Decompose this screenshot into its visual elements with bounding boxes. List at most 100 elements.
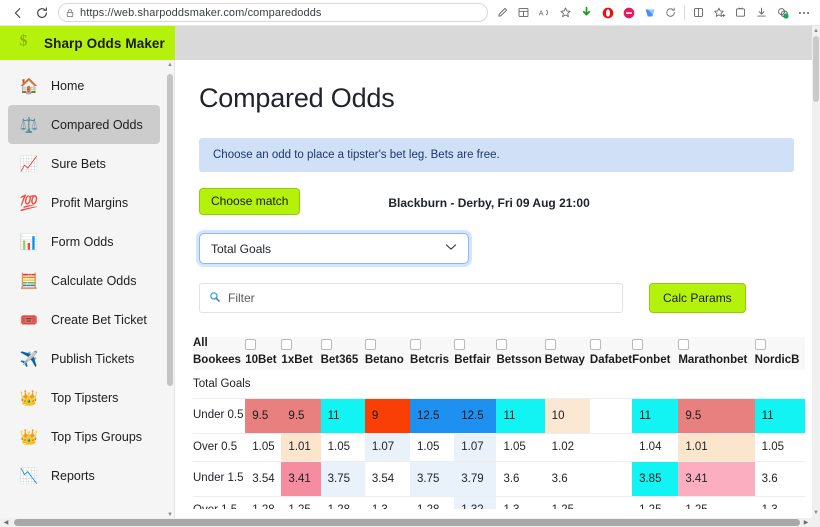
sidebar-item-profit-margins[interactable]: 💯 Profit Margins <box>8 183 160 222</box>
downloads-icon[interactable] <box>751 2 772 23</box>
copilot-icon[interactable] <box>730 2 751 23</box>
odds-cell[interactable]: 3.41 <box>678 461 755 497</box>
page-scroll-down-icon[interactable]: ▼ <box>812 508 820 517</box>
odds-cell[interactable]: 11 <box>320 398 365 434</box>
sidebar-item-sure-bets[interactable]: 📈 Sure Bets <box>8 144 160 183</box>
favorite-star-icon[interactable] <box>555 2 576 23</box>
odds-cell[interactable]: 3.6 <box>754 461 805 497</box>
odds-cell[interactable]: 1.3 <box>754 496 805 509</box>
sidebar-item-top-tipsters[interactable]: 👑 Top Tipsters <box>8 378 160 417</box>
address-bar[interactable]: https://web.sharpoddsmaker.com/comparedo… <box>58 3 488 22</box>
odds-cell[interactable]: 11 <box>754 398 805 434</box>
odds-cell[interactable]: 1.05 <box>245 433 282 462</box>
bookmaker-checkbox-betsson[interactable] <box>496 339 508 350</box>
odds-cell[interactable]: 1.25 <box>281 496 321 509</box>
odds-cell[interactable]: 1.25 <box>544 496 590 509</box>
browser-extension-icon[interactable] <box>639 2 660 23</box>
bookmaker-checkbox-betcris[interactable] <box>410 339 422 350</box>
odds-cell[interactable]: 3.6 <box>496 461 545 497</box>
sidebar-item-publish-tickets[interactable]: ✈️ Publish Tickets <box>8 339 160 378</box>
odds-cell[interactable] <box>589 398 633 434</box>
odds-cell[interactable]: 3.41 <box>281 461 321 497</box>
page-vertical-scrollbar-thumb[interactable] <box>813 36 819 102</box>
odds-cell[interactable]: 1.25 <box>678 496 755 509</box>
odds-cell[interactable]: 1.04 <box>632 433 679 462</box>
bookmaker-checkbox-1xbet[interactable] <box>281 339 293 350</box>
odds-cell[interactable]: 3.85 <box>632 461 679 497</box>
sidebar-scrollbar-thumb[interactable] <box>167 74 173 386</box>
brand-logo[interactable]: $ Sharp Odds Maker <box>0 26 175 60</box>
odds-cell[interactable]: 1.05 <box>754 433 805 462</box>
bookmaker-checkbox-marathonbet[interactable] <box>678 339 690 350</box>
bookmaker-checkbox-betfair[interactable] <box>454 339 466 350</box>
odds-cell[interactable]: 11 <box>632 398 679 434</box>
odds-cell[interactable]: 12.5 <box>454 398 497 434</box>
odds-cell[interactable] <box>589 433 633 462</box>
split-screen-icon[interactable] <box>513 2 534 23</box>
bookmaker-checkbox-fonbet[interactable] <box>632 339 644 350</box>
calc-params-button[interactable]: Calc Params <box>649 283 746 313</box>
odds-cell[interactable]: 3.6 <box>544 461 590 497</box>
page-scroll-left-icon[interactable]: ◀ <box>1 518 11 527</box>
odds-cell[interactable]: 1.25 <box>632 496 679 509</box>
scroll-up-icon[interactable]: ▲ <box>166 60 174 69</box>
page-horizontal-scrollbar-thumb[interactable] <box>14 519 800 526</box>
search-input[interactable]: Filter <box>199 283 623 313</box>
odds-cell[interactable] <box>589 461 633 497</box>
opera-extension-icon[interactable] <box>597 2 618 23</box>
market-select[interactable]: Total Goals <box>199 233 469 264</box>
odds-cell[interactable]: 11 <box>496 398 545 434</box>
odds-cell[interactable]: 3.75 <box>410 461 455 497</box>
odds-cell[interactable]: 1.07 <box>364 433 411 462</box>
collections-icon[interactable] <box>688 2 709 23</box>
page-vertical-scrollbar[interactable]: ▲ ▼ <box>812 26 820 527</box>
settings-more-icon[interactable] <box>793 2 814 23</box>
odds-cell[interactable]: 1.01 <box>281 433 321 462</box>
odds-cell[interactable]: 3.54 <box>364 461 411 497</box>
page-horizontal-scrollbar[interactable]: ◀ ▶ <box>0 518 812 527</box>
odds-cell[interactable]: 10 <box>544 398 590 434</box>
sidebar-item-reports[interactable]: 📉 Reports <box>8 456 160 495</box>
refresh-circle-icon[interactable] <box>660 2 681 23</box>
odds-cell[interactable]: 3.75 <box>320 461 365 497</box>
odds-cell[interactable]: 1.32 <box>454 496 497 509</box>
add-favorite-icon[interactable] <box>709 2 730 23</box>
bookmaker-checkbox-betano[interactable] <box>364 339 376 350</box>
odds-cell[interactable]: 12.5 <box>410 398 455 434</box>
odds-cell[interactable] <box>589 496 633 509</box>
odds-cell[interactable]: 1.02 <box>544 433 590 462</box>
odds-cell[interactable]: 1.01 <box>678 433 755 462</box>
page-scroll-up-icon[interactable]: ▲ <box>812 26 820 35</box>
bookmaker-checkbox-dafabet[interactable] <box>589 339 601 350</box>
sidebar-item-compared-odds[interactable]: ⚖️ Compared Odds <box>8 105 160 144</box>
odds-cell[interactable]: 1.28 <box>245 496 282 509</box>
odds-cell[interactable]: 9 <box>364 398 411 434</box>
odds-cell[interactable]: 9.5 <box>245 398 282 434</box>
sidebar-item-home[interactable]: 🏠 Home <box>8 66 160 105</box>
odds-cell[interactable]: 9.5 <box>281 398 321 434</box>
choose-match-button[interactable]: Choose match <box>199 188 301 216</box>
read-aloud-icon[interactable]: A <box>534 2 555 23</box>
odds-cell[interactable]: 1.28 <box>320 496 365 509</box>
odds-cell[interactable]: 1.3 <box>496 496 545 509</box>
odds-cell[interactable]: 1.28 <box>410 496 455 509</box>
odds-cell[interactable]: 1.05 <box>320 433 365 462</box>
reload-icon[interactable] <box>30 2 54 24</box>
odds-cell[interactable]: 3.54 <box>245 461 282 497</box>
bookmaker-checkbox-bet365[interactable] <box>320 339 332 350</box>
sidebar-item-create-bet-ticket[interactable]: 🎟️ Create Bet Ticket <box>8 300 160 339</box>
sidebar-item-top-tips-groups[interactable]: 👑 Top Tips Groups <box>8 417 160 456</box>
sidebar-item-form-odds[interactable]: 📊 Form Odds <box>8 222 160 261</box>
odds-cell[interactable]: 1.07 <box>454 433 497 462</box>
odds-cell[interactable]: 1.05 <box>496 433 545 462</box>
odds-cell[interactable]: 1.3 <box>364 496 411 509</box>
sidebar-scrollbar[interactable]: ▲ ▼ <box>166 60 174 519</box>
download-green-icon[interactable] <box>576 2 597 23</box>
odds-cell[interactable]: 9.5 <box>678 398 755 434</box>
extensions-shield-icon[interactable] <box>772 2 793 23</box>
adblock-icon[interactable] <box>618 2 639 23</box>
sidebar-item-calculate-odds[interactable]: 🧮 Calculate Odds <box>8 261 160 300</box>
back-arrow-icon[interactable] <box>6 2 30 24</box>
odds-cell[interactable]: 3.79 <box>454 461 497 497</box>
odds-cell[interactable]: 1.05 <box>410 433 455 462</box>
